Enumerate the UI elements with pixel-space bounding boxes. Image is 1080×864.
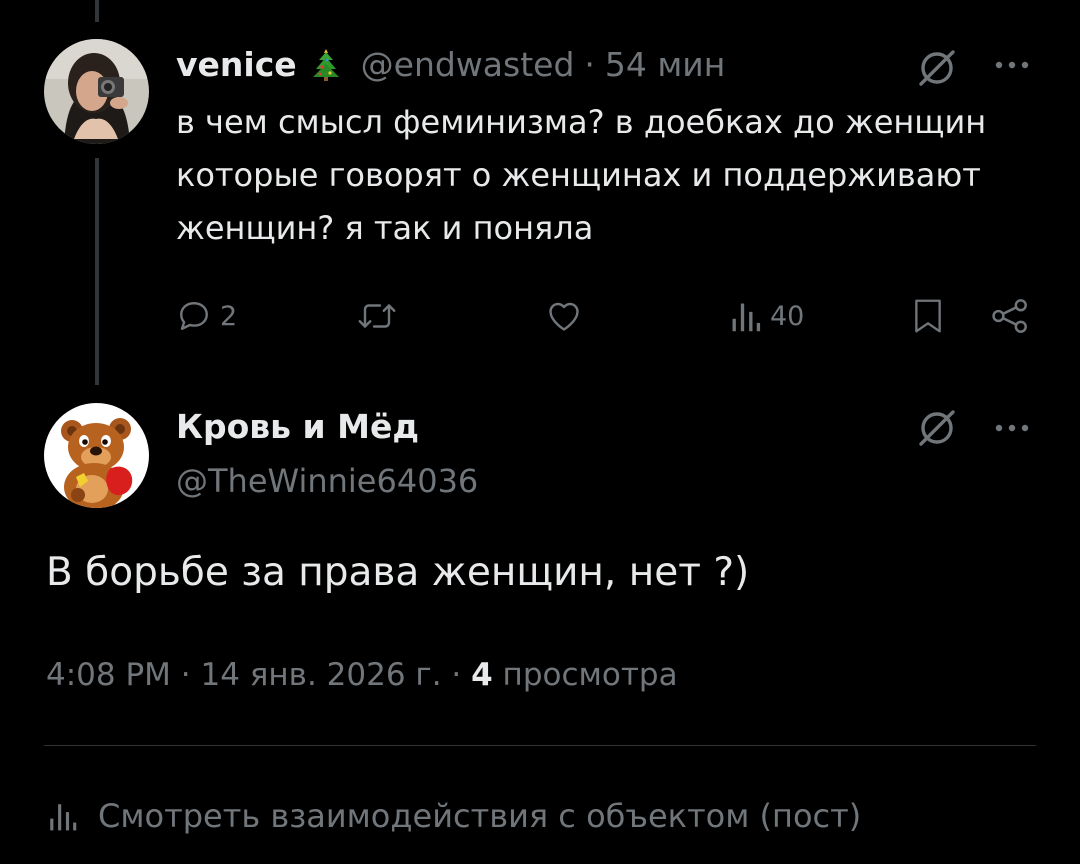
repost-icon bbox=[358, 304, 396, 328]
reply-action[interactable]: 2 bbox=[176, 294, 237, 338]
repost-action[interactable] bbox=[356, 294, 398, 338]
profile-photo bbox=[44, 39, 149, 144]
view-engagements-link[interactable]: Смотреть взаимодействия с объектом (пост… bbox=[46, 791, 861, 841]
grok-icon[interactable] bbox=[915, 46, 959, 90]
post-meta: 4:08 PM · 14 янв. 2026 г. · 4 просмотра bbox=[46, 657, 678, 693]
reply-post-text: В борьбе за права женщин, нет ?) bbox=[46, 550, 750, 595]
christmas-tree-icon bbox=[312, 47, 339, 81]
bookmark-action[interactable] bbox=[912, 294, 944, 338]
reply-display-name[interactable]: Кровь и Мёд bbox=[176, 407, 419, 446]
parent-display-name[interactable]: venice bbox=[176, 45, 297, 84]
views-icon bbox=[50, 804, 77, 831]
views-icon bbox=[732, 303, 761, 332]
parent-post-header: venice @endwasted · 54 мин bbox=[176, 42, 725, 86]
reply-icon bbox=[180, 302, 208, 330]
view-engagements-label: Смотреть взаимодействия с объектом (пост… bbox=[98, 797, 862, 835]
views-count: 40 bbox=[770, 300, 805, 332]
parent-handle[interactable]: @endwasted bbox=[361, 45, 575, 84]
reply-handle[interactable]: @TheWinnie64036 bbox=[176, 462, 478, 500]
post-timestamp[interactable]: 4:08 PM · 14 янв. 2026 г. · bbox=[46, 657, 471, 693]
parent-timestamp[interactable]: 54 мин bbox=[605, 45, 725, 84]
share-action[interactable] bbox=[990, 294, 1030, 338]
more-icon[interactable] bbox=[990, 55, 1034, 75]
parent-avatar[interactable] bbox=[44, 39, 149, 144]
reply-avatar[interactable] bbox=[44, 403, 149, 508]
thread-line bbox=[95, 158, 99, 385]
like-action[interactable] bbox=[544, 294, 584, 338]
divider bbox=[44, 745, 1036, 746]
share-icon bbox=[992, 299, 1027, 333]
thread-line-top bbox=[95, 0, 99, 22]
reply-grok-icon[interactable] bbox=[915, 406, 959, 450]
post-views-count: 4 bbox=[471, 657, 493, 693]
reply-count: 2 bbox=[220, 300, 238, 332]
views-action[interactable]: 40 bbox=[728, 294, 804, 338]
like-icon bbox=[549, 302, 579, 331]
bookmark-icon bbox=[915, 299, 941, 333]
post-views-label: просмотра bbox=[492, 657, 678, 693]
winnie-the-pooh-avatar bbox=[44, 403, 149, 508]
reply-more-icon[interactable] bbox=[990, 418, 1034, 438]
parent-post-text: в чем смысл феминизма? в доебках до женщ… bbox=[176, 103, 987, 247]
header-separator: · bbox=[584, 44, 595, 84]
